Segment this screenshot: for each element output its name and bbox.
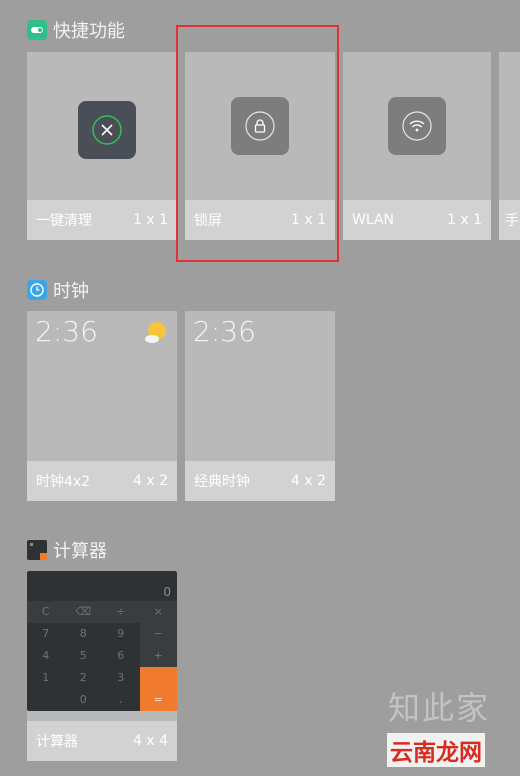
widget-tile-classic-clock[interactable]: 2:36 经典时钟 4 x 2 <box>185 311 335 501</box>
section-title: 时钟 <box>53 281 89 302</box>
tile-footer: WLAN 1 x 1 <box>343 200 491 240</box>
calc-key: 2 <box>79 671 87 684</box>
tile-footer: 手 <box>499 200 520 240</box>
tile-label: 一键清理 <box>36 213 92 229</box>
widget-tile-cleanup[interactable]: 一键清理 1 x 1 <box>27 52 177 240</box>
calc-key: + <box>139 645 177 667</box>
tile-size: 4 x 4 <box>133 733 168 749</box>
tile-size: 4 x 2 <box>291 473 326 489</box>
widget-tile-wlan[interactable]: WLAN 1 x 1 <box>343 52 491 240</box>
tile-size: 4 x 2 <box>133 473 168 489</box>
clock-icon <box>27 280 47 300</box>
calculator-icon <box>27 540 47 560</box>
calc-key: 1 <box>42 671 50 684</box>
tile-size: 1 x 1 <box>133 212 168 228</box>
tile-label: WLAN <box>352 212 395 228</box>
calc-key: 6 <box>117 649 125 662</box>
highlight-box <box>176 25 339 262</box>
calc-key: C <box>41 605 50 618</box>
calc-key: 4 <box>42 649 50 662</box>
calc-key: 8 <box>79 627 87 640</box>
toggle-icon <box>27 20 47 40</box>
calc-key: . <box>119 693 123 706</box>
calc-key: − <box>139 623 177 645</box>
calc-key: 7 <box>42 627 50 640</box>
calc-row: C ⌫ ÷ × <box>27 601 177 623</box>
calc-row: 7 8 9 − <box>27 623 177 645</box>
calc-key: 9 <box>117 627 125 640</box>
calc-row: 0 . = <box>27 689 177 711</box>
wifi-icon <box>388 97 446 155</box>
calc-key: 3 <box>117 671 125 684</box>
widget-tile-clock-4x2[interactable]: 2:36 时钟4x2 4 x 2 <box>27 311 177 501</box>
section-header-calculator: 计算器 <box>27 537 107 563</box>
calc-key <box>27 689 65 711</box>
sun-cloud-icon <box>143 320 169 350</box>
calc-display: 0 <box>163 585 171 599</box>
calculator-preview: 0 C ⌫ ÷ × 7 8 9 − 4 5 6 + 1 2 3 0 . = <box>27 571 177 711</box>
watermark-top: 知此家 <box>388 689 491 727</box>
tile-footer: 计算器 4 x 4 <box>27 721 177 761</box>
section-title: 计算器 <box>53 541 107 562</box>
widget-tile-calculator[interactable]: 0 C ⌫ ÷ × 7 8 9 − 4 5 6 + 1 2 3 0 . = 计算… <box>27 571 177 761</box>
tile-label: 经典时钟 <box>194 474 250 490</box>
clock-time: 2:36 <box>193 315 256 348</box>
calc-key: 5 <box>79 649 87 662</box>
clock-time: 2:36 <box>35 315 98 348</box>
calc-key: × <box>153 605 163 618</box>
calc-key-equals: = <box>139 689 177 711</box>
section-title: 快捷功能 <box>53 21 125 42</box>
calc-key <box>139 667 177 689</box>
tile-footer: 一键清理 1 x 1 <box>27 200 177 240</box>
calc-row: 4 5 6 + <box>27 645 177 667</box>
tile-footer: 时钟4x2 4 x 2 <box>27 461 177 501</box>
calc-key: ⌫ <box>75 605 92 618</box>
calc-key: ÷ <box>116 605 126 618</box>
section-header-quick: 快捷功能 <box>27 17 125 43</box>
tile-label: 手 <box>505 213 519 229</box>
widget-tile-partial[interactable]: 手 <box>499 52 520 240</box>
section-header-clock: 时钟 <box>27 277 89 303</box>
calc-key: 0 <box>79 693 87 706</box>
tile-label: 时钟4x2 <box>36 474 91 490</box>
tile-label: 计算器 <box>36 734 78 750</box>
tile-footer: 经典时钟 4 x 2 <box>185 461 335 501</box>
watermark-bottom: 云南龙网 <box>387 733 485 767</box>
calc-row: 1 2 3 <box>27 667 177 689</box>
cleanup-x-icon <box>78 101 136 159</box>
tile-size: 1 x 1 <box>447 212 482 228</box>
